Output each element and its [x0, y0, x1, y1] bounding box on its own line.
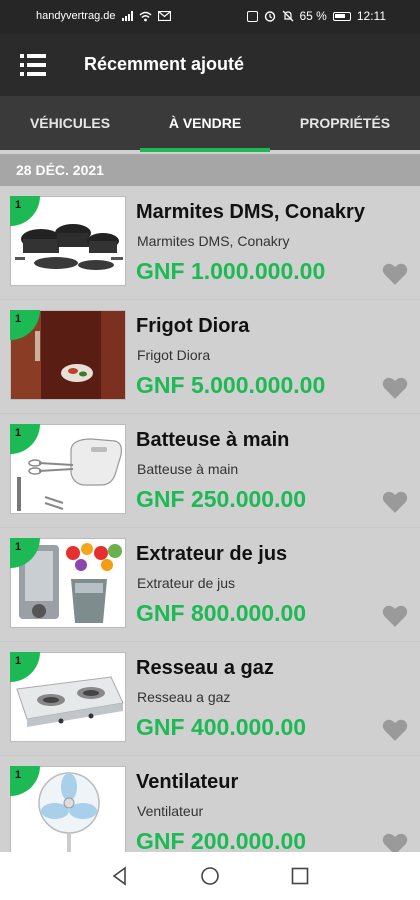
item-subtitle: Marmites DMS, Conakry	[137, 233, 290, 249]
wifi-icon	[138, 11, 152, 21]
system-nav-bar	[0, 852, 420, 900]
mute-icon	[282, 10, 293, 22]
carrier-label: handyvertrag.de	[36, 10, 116, 22]
battery-percent: 65 %	[299, 9, 327, 23]
page-title: Récemment ajouté	[84, 54, 245, 74]
signal-icon	[121, 11, 133, 21]
favorite-heart-icon[interactable]	[382, 718, 408, 742]
favorite-heart-icon[interactable]	[382, 490, 408, 514]
home-icon[interactable]	[200, 866, 220, 886]
item-title: Extrateur de jus	[136, 543, 288, 565]
back-icon[interactable]	[110, 866, 130, 886]
item-title: Resseau a gaz	[136, 657, 274, 679]
recents-icon[interactable]	[290, 866, 310, 886]
mail-icon	[157, 11, 171, 21]
item-title: Batteuse à main	[136, 429, 290, 451]
alarm-icon	[264, 11, 275, 22]
item-subtitle: Resseau a gaz	[137, 689, 231, 705]
status-bar: handyvertrag.de 65 % 12:11	[0, 0, 420, 34]
listing-list: 1 Marmites DMS, Conakry Marmites DMS, Co…	[0, 186, 420, 870]
tab-vehicules[interactable]: VÉHICULES	[0, 96, 140, 150]
list-item[interactable]: 1 Batteuse à main Batteuse à main GNF 25…	[0, 414, 420, 528]
item-subtitle: Frigot Diora	[137, 347, 211, 363]
item-title: Marmites DMS, Conakry	[136, 201, 365, 223]
list-item[interactable]: 1 Frigot Diora Frigot Diora GNF 5.000.00…	[0, 300, 420, 414]
item-price: GNF 1.000.000.00	[136, 258, 326, 284]
item-price: GNF 250.000.00	[136, 486, 307, 512]
list-item[interactable]: 1 Extrateur de jus Extrateur de jus GNF …	[0, 528, 420, 642]
favorite-heart-icon[interactable]	[382, 376, 408, 400]
clock: 12:11	[356, 9, 386, 23]
tab-a-vendre[interactable]: À VENDRE	[135, 96, 275, 150]
item-subtitle: Ventilateur	[137, 803, 204, 819]
item-title: Frigot Diora	[136, 315, 250, 337]
favorite-heart-icon[interactable]	[382, 604, 408, 628]
list-item[interactable]: 1 Resseau a gaz Resseau a gaz GNF 400.00…	[0, 642, 420, 756]
list-item[interactable]: 1 Marmites DMS, Conakry Marmites DMS, Co…	[0, 186, 420, 300]
item-price: GNF 400.000.00	[136, 714, 307, 740]
favorite-heart-icon[interactable]	[382, 262, 408, 286]
battery-icon	[332, 11, 351, 21]
tab-bar: VÉHICULES À VENDRE PROPRIÉTÉS	[0, 96, 420, 150]
nfc-icon	[246, 10, 258, 22]
item-price: GNF 800.000.00	[136, 600, 307, 626]
tab-proprietes[interactable]: PROPRIÉTÉS	[275, 96, 415, 150]
menu-list-icon[interactable]	[20, 54, 46, 76]
item-subtitle: Extrateur de jus	[137, 575, 236, 591]
app-bar: Récemment ajouté	[0, 34, 420, 96]
item-price: GNF 5.000.000.00	[136, 372, 326, 398]
date-section-header: 28 DÉC. 2021	[0, 154, 420, 186]
item-title: Ventilateur	[136, 771, 239, 793]
item-subtitle: Batteuse à main	[137, 461, 239, 477]
active-tab-indicator	[140, 148, 270, 152]
item-price: GNF 200.000.00	[136, 828, 307, 854]
